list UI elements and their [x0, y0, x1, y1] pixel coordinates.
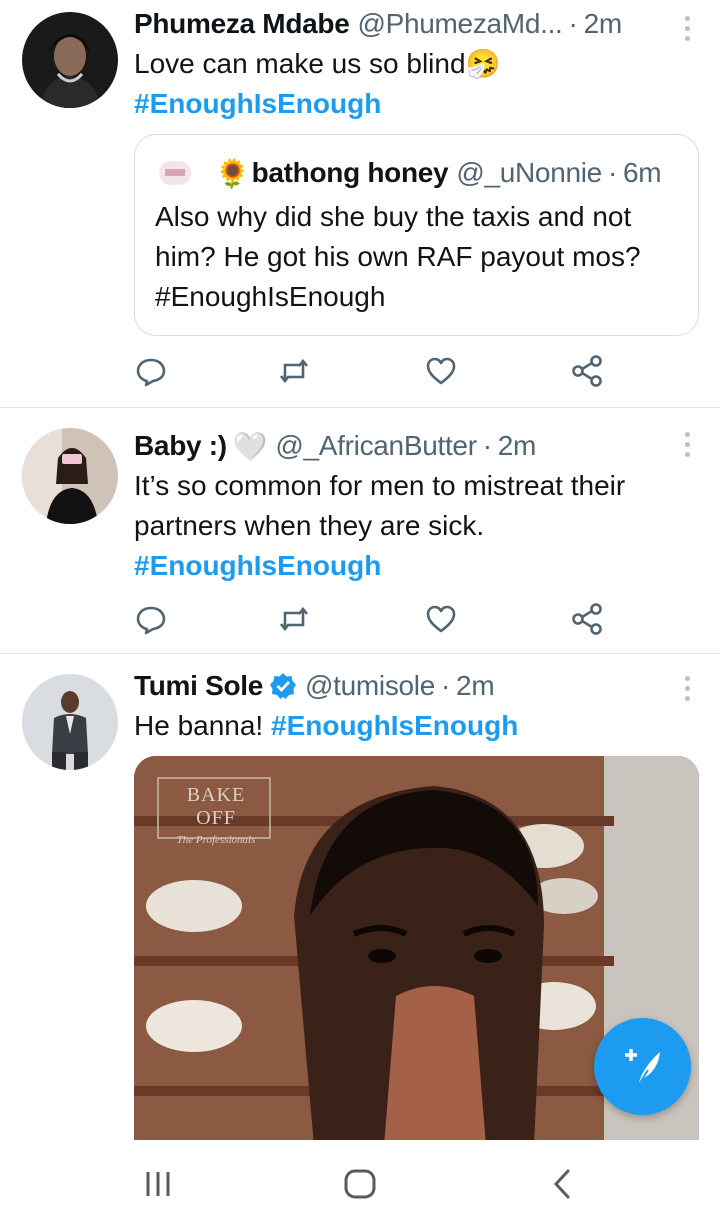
author-name[interactable]: Baby :): [134, 430, 227, 462]
media-watermark: BAKE OFF The Professionals: [164, 784, 268, 846]
quoted-timestamp[interactable]: 6m: [623, 157, 662, 189]
separator-dot: ·: [568, 8, 578, 39]
retweet-icon[interactable]: [277, 354, 311, 388]
quoted-author-name[interactable]: bathong honey: [252, 157, 449, 189]
sneezing-face-emoji: 🤧: [465, 48, 501, 79]
tweet-text: He banna!: [134, 710, 264, 741]
timestamp[interactable]: 2m: [584, 8, 623, 40]
avatar[interactable]: [22, 674, 118, 770]
separator-dot: ·: [607, 157, 617, 188]
separator-dot: ·: [441, 670, 451, 701]
hashtag-link[interactable]: #EnoughIsEnough: [271, 710, 518, 741]
tweet-2[interactable]: Baby :) 🤍 @_AfricanButter · 2m It’s so c…: [0, 408, 720, 654]
recents-icon[interactable]: [128, 1164, 188, 1204]
system-navigation-bar: [0, 1140, 720, 1225]
speech-bubble-icon[interactable]: [134, 354, 168, 388]
separator-dot: ·: [482, 430, 492, 461]
watermark-subtitle: The Professionals: [176, 834, 256, 846]
tweet-text: Love can make us so blind: [134, 48, 466, 79]
more-options-icon[interactable]: [682, 676, 692, 701]
author-name[interactable]: Tumi Sole: [134, 670, 263, 702]
hashtag-link[interactable]: #EnoughIsEnough: [134, 550, 381, 581]
author-handle[interactable]: @PhumezaMd...: [357, 8, 562, 40]
white-heart-emoji: 🤍: [232, 430, 268, 462]
hashtag-link[interactable]: #EnoughIsEnough: [134, 88, 381, 119]
speech-bubble-icon[interactable]: [134, 602, 168, 636]
retweet-icon[interactable]: [277, 602, 311, 636]
avatar[interactable]: [22, 12, 118, 108]
quoted-author-handle[interactable]: @_uNonnie: [456, 157, 602, 189]
quoted-avatar: [155, 153, 207, 193]
sunflower-emoji: 🌻: [215, 157, 250, 189]
author-handle[interactable]: @_AfricanButter: [275, 430, 477, 462]
tweet-text: It’s so common for men to mistreat their…: [134, 470, 626, 541]
author-name[interactable]: Phumeza Mdabe: [134, 8, 350, 40]
quoted-tweet[interactable]: 🌻 bathong honey @_uNonnie · 6m Also why …: [134, 134, 699, 336]
more-options-icon[interactable]: [682, 16, 692, 41]
avatar[interactable]: [22, 428, 118, 524]
home-icon[interactable]: [330, 1164, 390, 1204]
share-icon[interactable]: [570, 602, 604, 636]
timestamp[interactable]: 2m: [456, 670, 495, 702]
timestamp[interactable]: 2m: [498, 430, 537, 462]
back-icon[interactable]: [532, 1164, 592, 1204]
quoted-text: Also why did she buy the taxis and not h…: [155, 201, 641, 312]
tweet-1[interactable]: Phumeza Mdabe @PhumezaMd... · 2m Love ca…: [0, 0, 720, 408]
heart-icon[interactable]: [424, 602, 458, 636]
share-icon[interactable]: [570, 354, 604, 388]
compose-tweet-button[interactable]: [594, 1018, 691, 1115]
author-handle[interactable]: @tumisole: [305, 670, 435, 702]
verified-badge-icon: [269, 672, 297, 700]
heart-icon[interactable]: [424, 354, 458, 388]
more-options-icon[interactable]: [682, 432, 692, 457]
watermark-title: BAKE OFF: [186, 784, 246, 829]
feather-plus-icon: [624, 1048, 660, 1087]
